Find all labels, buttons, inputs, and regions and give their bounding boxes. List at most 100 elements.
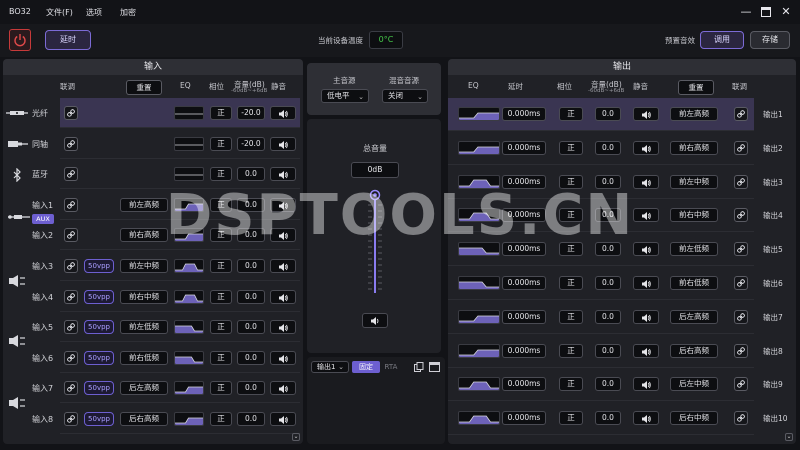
routing-button[interactable]: 后左高频 xyxy=(670,309,718,324)
routing-button[interactable]: 后左中频 xyxy=(670,377,718,392)
volume-field[interactable]: 0.0 xyxy=(595,107,621,121)
volume-field[interactable]: 0.0 xyxy=(237,412,265,426)
volume-field[interactable]: 0.0 xyxy=(237,350,265,365)
volume-field[interactable]: 0.0 xyxy=(595,276,621,290)
mute-button[interactable] xyxy=(270,412,296,426)
link-toggle[interactable] xyxy=(734,309,748,324)
routing-button[interactable]: 后右高频 xyxy=(670,343,718,358)
link-toggle[interactable] xyxy=(64,136,78,151)
delay-button[interactable]: 延时 xyxy=(45,30,91,50)
eq-curve[interactable] xyxy=(174,106,204,120)
routing-button[interactable]: 前左低频 xyxy=(670,242,718,257)
mute-button[interactable] xyxy=(633,343,659,358)
close-icon[interactable]: ✕ xyxy=(778,4,794,20)
volume-field[interactable]: -20.0 xyxy=(237,106,265,120)
link-toggle[interactable] xyxy=(64,412,78,426)
routing-button[interactable]: 后左高频 xyxy=(120,381,168,396)
mute-button[interactable] xyxy=(633,140,659,155)
eq-curve[interactable] xyxy=(458,343,500,358)
eq-curve[interactable] xyxy=(174,381,204,396)
link-toggle[interactable] xyxy=(734,174,748,189)
delay-field[interactable]: 0.000ms xyxy=(502,309,546,324)
mute-button[interactable] xyxy=(270,167,296,182)
vpp-button[interactable]: 50vpp xyxy=(84,320,114,335)
minimize-icon[interactable]: — xyxy=(738,4,754,20)
delay-field[interactable]: 0.000ms xyxy=(502,411,546,426)
mute-button[interactable] xyxy=(270,350,296,365)
link-toggle[interactable] xyxy=(734,140,748,155)
link-toggle[interactable] xyxy=(734,343,748,358)
phase-button[interactable]: 正 xyxy=(210,320,232,335)
mute-button[interactable] xyxy=(270,106,296,120)
eq-curve[interactable] xyxy=(458,411,500,426)
input-reset-button[interactable]: 重置 xyxy=(126,80,162,95)
eq-curve[interactable] xyxy=(174,136,204,151)
volume-field[interactable]: -20.0 xyxy=(237,136,265,151)
mute-button[interactable] xyxy=(633,276,659,290)
routing-button[interactable]: 后右高频 xyxy=(120,412,168,426)
routing-button[interactable]: 前左低频 xyxy=(120,320,168,335)
vpp-button[interactable]: 50vpp xyxy=(84,412,114,426)
eq-curve[interactable] xyxy=(174,320,204,335)
vpp-button[interactable]: 50vpp xyxy=(84,289,114,304)
eq-curve[interactable] xyxy=(458,377,500,392)
routing-button[interactable]: 前右高频 xyxy=(670,140,718,155)
menu-file[interactable]: 文件(F) xyxy=(46,7,73,18)
routing-button[interactable]: 后右中频 xyxy=(670,411,718,426)
mute-button[interactable] xyxy=(270,381,296,396)
vpp-button[interactable]: 50vpp xyxy=(84,381,114,396)
mute-button[interactable] xyxy=(633,107,659,121)
link-toggle[interactable] xyxy=(64,259,78,273)
link-toggle[interactable] xyxy=(64,350,78,365)
link-toggle[interactable] xyxy=(734,377,748,392)
routing-button[interactable]: 前右低频 xyxy=(120,350,168,365)
volume-field[interactable]: 0.0 xyxy=(595,411,621,426)
phase-button[interactable]: 正 xyxy=(210,259,232,273)
mute-button[interactable] xyxy=(270,289,296,304)
phase-button[interactable]: 正 xyxy=(210,167,232,182)
phase-button[interactable]: 正 xyxy=(559,411,583,426)
phase-button[interactable]: 正 xyxy=(210,381,232,396)
mute-button[interactable] xyxy=(270,259,296,273)
vpp-button[interactable]: 50vpp xyxy=(84,350,114,365)
phase-button[interactable]: 正 xyxy=(559,276,583,290)
graph-output-select[interactable]: 输出1 ⌄ xyxy=(311,361,349,373)
link-toggle[interactable] xyxy=(734,208,748,223)
link-toggle[interactable] xyxy=(64,106,78,120)
link-toggle[interactable] xyxy=(64,167,78,182)
output-scroll-down-icon[interactable]: ⌄ xyxy=(785,433,793,441)
output-reset-button[interactable]: 重置 xyxy=(678,80,714,95)
copy-icon[interactable] xyxy=(414,362,424,372)
recall-button[interactable]: 调用 xyxy=(700,31,744,49)
routing-button[interactable]: 前右中频 xyxy=(670,208,718,223)
phase-button[interactable]: 正 xyxy=(559,343,583,358)
window-icon[interactable] xyxy=(429,362,440,372)
link-toggle[interactable] xyxy=(64,289,78,304)
phase-button[interactable]: 正 xyxy=(559,377,583,392)
mute-button[interactable] xyxy=(633,309,659,324)
link-toggle[interactable] xyxy=(64,197,78,212)
delay-field[interactable]: 0.000ms xyxy=(502,140,546,155)
phase-button[interactable]: 正 xyxy=(559,107,583,121)
volume-field[interactable]: 0.0 xyxy=(595,343,621,358)
phase-button[interactable]: 正 xyxy=(210,136,232,151)
routing-button[interactable]: 前左高频 xyxy=(670,107,718,121)
delay-field[interactable]: 0.000ms xyxy=(502,343,546,358)
save-button[interactable]: 存储 xyxy=(750,31,790,49)
phase-button[interactable]: 正 xyxy=(210,412,232,426)
phase-button[interactable]: 正 xyxy=(559,140,583,155)
delay-field[interactable]: 0.000ms xyxy=(502,107,546,121)
mute-button[interactable] xyxy=(270,320,296,335)
phase-button[interactable]: 正 xyxy=(559,309,583,324)
master-mute-button[interactable] xyxy=(362,313,388,328)
phase-button[interactable]: 正 xyxy=(210,350,232,365)
volume-field[interactable]: 0.0 xyxy=(237,289,265,304)
eq-curve[interactable] xyxy=(174,167,204,182)
mute-button[interactable] xyxy=(633,411,659,426)
eq-curve[interactable] xyxy=(174,350,204,365)
phase-button[interactable]: 正 xyxy=(210,106,232,120)
mix-source-select[interactable]: 关闭 ⌄ xyxy=(382,89,428,103)
volume-field[interactable]: 0.0 xyxy=(237,259,265,273)
master-value[interactable]: 0dB xyxy=(351,162,399,178)
maximize-icon[interactable] xyxy=(758,4,774,20)
